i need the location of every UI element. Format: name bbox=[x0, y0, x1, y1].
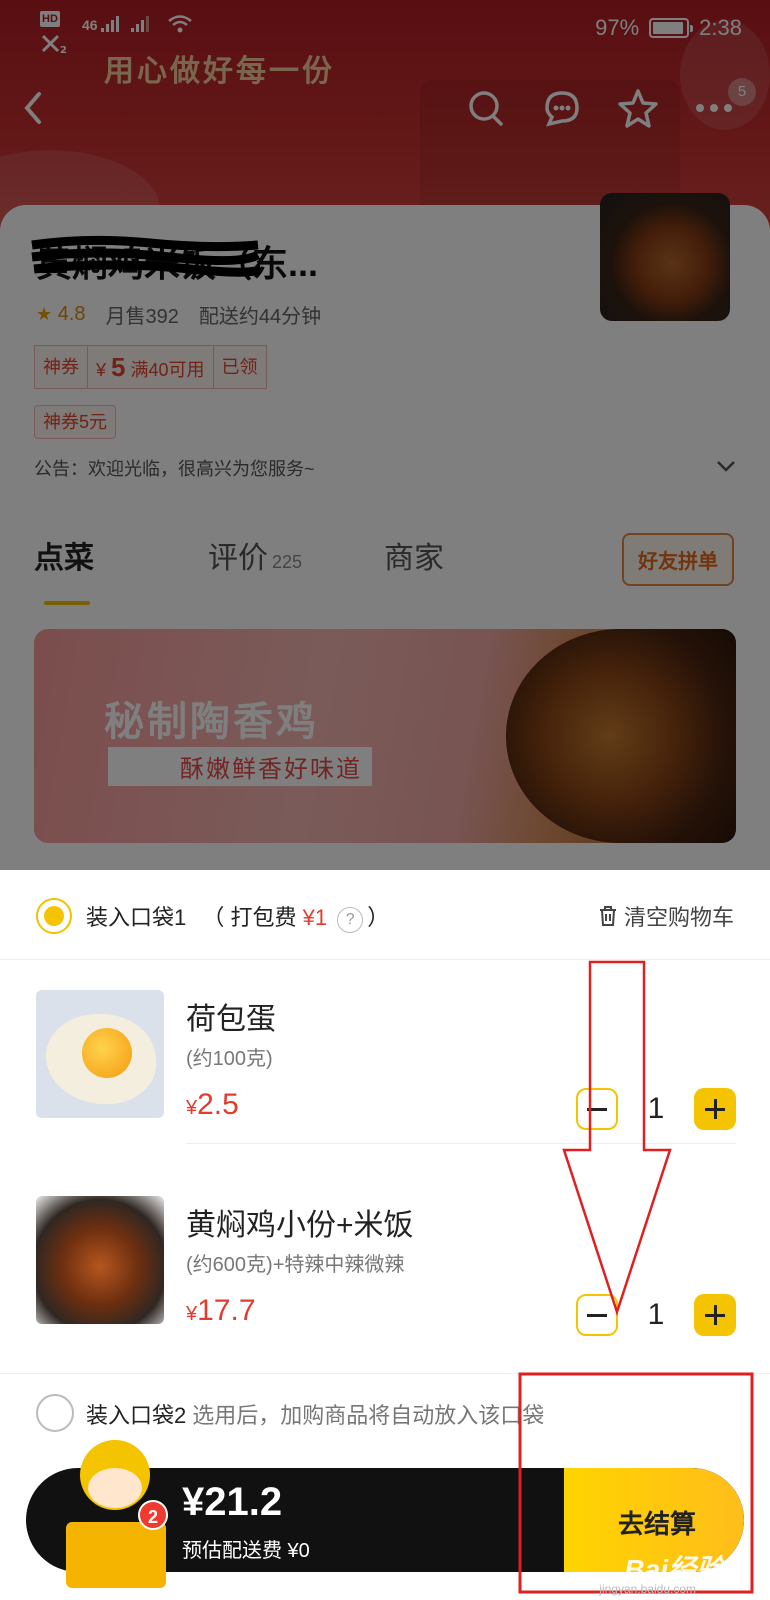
cart-item: 荷包蛋 (约100克) ¥2.5 1 bbox=[0, 960, 770, 1166]
cart-item: 黄焖鸡小份+米饭 (约600克)+特辣中辣微辣 ¥17.7 1 bbox=[0, 1166, 770, 1372]
cart-count-badge: 2 bbox=[138, 1500, 168, 1530]
braised-chicken-image bbox=[36, 1196, 164, 1324]
item-divider bbox=[186, 1143, 736, 1144]
bag2-radio[interactable] bbox=[36, 1394, 74, 1432]
checkout-button-label: 去结算 bbox=[618, 1509, 697, 1539]
bag1-label-group: 装入口袋1 （ 打包费 ¥1 ?） bbox=[86, 900, 389, 933]
item-price: ¥17.7 bbox=[186, 1294, 256, 1328]
quantity-value: 1 bbox=[647, 1092, 665, 1125]
price-currency: ¥ bbox=[186, 1097, 198, 1119]
fried-egg-image bbox=[36, 990, 164, 1118]
bag1-fee-suffix: ） bbox=[367, 905, 390, 930]
egg-yolk bbox=[82, 1028, 132, 1078]
bag2-label-group: 装入口袋2 选用后，加购商品将自动放入该口袋 bbox=[86, 1398, 544, 1430]
decrease-button[interactable] bbox=[576, 1088, 618, 1130]
item-spec: (约100克) bbox=[186, 1048, 273, 1070]
cart-mascot[interactable]: 2 bbox=[56, 1440, 176, 1590]
bag2-label: 装入口袋2 bbox=[86, 1403, 187, 1428]
packing-fee: ¥1 bbox=[302, 905, 328, 930]
bag1-radio[interactable] bbox=[36, 898, 72, 934]
quantity-stepper: 1 bbox=[576, 1088, 736, 1132]
bag1-label: 装入口袋1 bbox=[86, 905, 187, 930]
quantity-stepper: 1 bbox=[576, 1294, 736, 1338]
bag2-hint: 选用后，加购商品将自动放入该口袋 bbox=[192, 1403, 545, 1428]
delivery-fee-estimate: 预估配送费 ¥0 bbox=[182, 1540, 310, 1562]
item-price: ¥2.5 bbox=[186, 1088, 239, 1122]
decrease-button[interactable] bbox=[576, 1294, 618, 1336]
dim-overlay[interactable] bbox=[0, 0, 770, 870]
clear-cart-button[interactable]: 清空购物车 bbox=[598, 900, 734, 932]
clear-cart-label: 清空购物车 bbox=[623, 905, 734, 930]
delivery-box-icon bbox=[66, 1522, 166, 1588]
increase-button[interactable] bbox=[694, 1294, 736, 1336]
cart-total: ¥21.2 bbox=[182, 1480, 283, 1524]
increase-button[interactable] bbox=[694, 1088, 736, 1130]
trash-icon bbox=[599, 906, 616, 926]
bag1-row: 装入口袋1 （ 打包费 ¥1 ?） 清空购物车 bbox=[0, 870, 770, 960]
help-icon[interactable]: ? bbox=[337, 907, 364, 933]
item-title: 荷包蛋 bbox=[186, 1003, 276, 1036]
price-value: 17.7 bbox=[197, 1294, 256, 1327]
price-currency: ¥ bbox=[186, 1303, 198, 1325]
item-title: 黄焖鸡小份+米饭 bbox=[186, 1209, 414, 1242]
watermark-url: jingyan.baidu.com bbox=[599, 1582, 696, 1596]
price-value: 2.5 bbox=[197, 1088, 239, 1121]
quantity-value: 1 bbox=[647, 1298, 665, 1331]
bag2-row: 装入口袋2 选用后，加购商品将自动放入该口袋 bbox=[0, 1373, 770, 1443]
item-spec: (约600克)+特辣中辣微辣 bbox=[186, 1254, 405, 1276]
mascot-face bbox=[88, 1468, 142, 1508]
bag1-fee-prefix: （ 打包费 bbox=[202, 905, 303, 930]
